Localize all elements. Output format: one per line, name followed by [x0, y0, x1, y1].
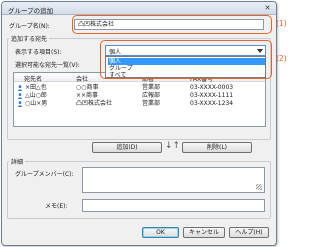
memo-input[interactable] — [82, 199, 265, 212]
person-icon — [17, 85, 23, 91]
display-items-dropdown: 個人 グループ すべて — [105, 56, 266, 79]
row-fax: 03-XXXX-1234 — [190, 100, 234, 107]
column-header-name[interactable]: 宛先名 — [24, 74, 42, 83]
row-company: ○○商事 — [76, 84, 99, 91]
add-destinations-title: 追加する宛先 — [9, 34, 50, 43]
dropdown-option-group[interactable]: グループ — [108, 65, 265, 72]
ok-button[interactable]: OK — [142, 227, 179, 238]
callout-highlight-1 — [72, 15, 272, 34]
row-fax: 03-XXXX-0003 — [190, 84, 234, 91]
row-dept: 営業部 — [142, 84, 161, 91]
group-members-field[interactable] — [82, 167, 265, 193]
table-row[interactable]: ○山×男 凸凹株式会社 営業部 03-XXXX-1234 — [14, 100, 265, 108]
dialog-title: グループの追加 — [8, 7, 54, 15]
row-company: 凸凹株式会社 — [76, 100, 113, 107]
selectable-destinations-label: 選択可能な宛先一覧(V): — [15, 62, 80, 69]
destinations-list[interactable]: 宛先名 会社 部署 FAX番号 ×田△也 ○○商事 営業部 03-XXXX-00… — [13, 72, 266, 127]
add-button[interactable]: 追加(D) — [92, 142, 162, 153]
row-name: ×田△也 — [25, 84, 47, 91]
remove-button[interactable]: 削除(L) — [182, 142, 252, 153]
title-bar: グループの追加 ✕ — [2, 2, 276, 15]
row-company: ××商事 — [76, 92, 99, 99]
person-icon — [17, 93, 23, 99]
row-fax: 03-XXXX-1111 — [190, 92, 234, 99]
memo-label: メモ(E): — [45, 203, 68, 210]
display-items-label: 表示する項目(S): — [15, 49, 62, 56]
dropdown-option-all[interactable]: すべて — [108, 72, 265, 79]
row-name: △山○郎 — [25, 92, 47, 99]
group-name-label: グループ名(N): — [9, 23, 50, 30]
table-row[interactable]: ×田△也 ○○商事 営業部 03-XXXX-0003 — [14, 84, 265, 92]
callout-label-1: (1) — [276, 19, 287, 28]
person-icon — [17, 101, 23, 107]
dropdown-option-individual[interactable]: 個人 — [108, 58, 265, 65]
callout-label-2: (2) — [276, 54, 287, 63]
table-row[interactable]: △山○郎 ××商事 広報部 03-XXXX-1111 — [14, 92, 265, 100]
row-dept: 広報部 — [142, 92, 161, 99]
group-members-label: グループメンバー(C): — [15, 171, 74, 178]
row-dept: 営業部 — [142, 100, 161, 107]
details-title: 詳細 — [9, 157, 26, 166]
add-group-dialog: グループの追加 ✕ グループ名(N): 凸凹株式会社 追加する宛先 表示する項目… — [1, 1, 277, 246]
cancel-button[interactable]: キャンセル — [183, 227, 225, 238]
move-arrows-icon: ↓↑ — [165, 141, 181, 151]
column-header-company[interactable]: 会社 — [76, 74, 88, 83]
help-button[interactable]: ヘルプ(H) — [229, 227, 269, 238]
close-icon[interactable]: ✕ — [263, 4, 272, 12]
resize-grip-icon[interactable] — [256, 184, 262, 190]
row-name: ○山×男 — [25, 100, 48, 107]
